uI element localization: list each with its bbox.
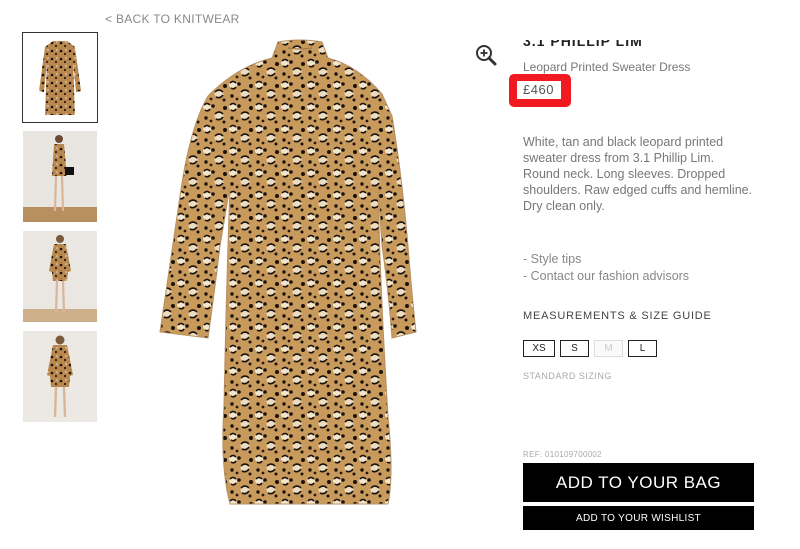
size-selector: XS S M L <box>523 340 662 357</box>
size-option-xs[interactable]: XS <box>523 340 555 357</box>
contact-advisors-link[interactable]: - Contact our fashion advisors <box>523 268 689 285</box>
product-name: Leopard Printed Sweater Dress <box>523 60 691 74</box>
product-description: White, tan and black leopard printed swe… <box>523 135 753 213</box>
sizing-note: STANDARD SIZING <box>523 371 612 381</box>
brand-name: 3.1 PHILLIP LIM <box>523 33 643 49</box>
thumbnail-worn-back[interactable] <box>22 330 98 423</box>
size-option-m-unavailable: M <box>594 340 623 357</box>
product-price: £460 <box>523 82 554 97</box>
add-to-bag-button[interactable]: ADD TO YOUR BAG <box>523 463 754 502</box>
product-main-image[interactable] <box>150 36 450 516</box>
thumbnail-worn-front[interactable] <box>22 230 98 323</box>
size-option-s[interactable]: S <box>560 340 589 357</box>
add-to-wishlist-button[interactable]: ADD TO YOUR WISHLIST <box>523 506 754 530</box>
back-to-knitwear-link[interactable]: < BACK TO KNITWEAR <box>105 12 240 26</box>
zoom-in-icon[interactable] <box>474 43 498 67</box>
product-reference: REF: 010109700002 <box>523 450 602 459</box>
style-tips-link[interactable]: - Style tips <box>523 251 689 268</box>
thumbnail-front-view[interactable] <box>22 32 98 123</box>
thumbnail-worn-with-bag[interactable] <box>22 130 98 223</box>
size-guide-link[interactable]: MEASUREMENTS & SIZE GUIDE <box>523 310 712 322</box>
help-links: - Style tips - Contact our fashion advis… <box>523 251 689 285</box>
size-option-l[interactable]: L <box>628 340 657 357</box>
